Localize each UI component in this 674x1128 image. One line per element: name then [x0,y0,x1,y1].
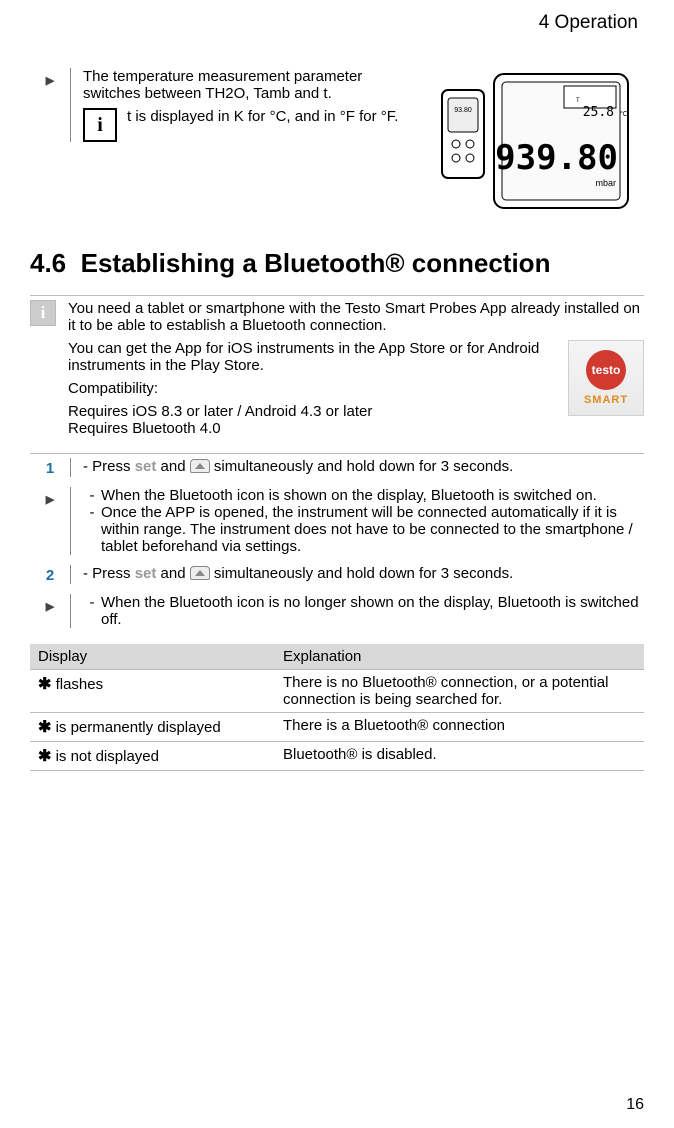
table-row: ✱ is permanently displayed There is a Bl… [30,713,644,742]
section-title: Establishing a Bluetooth® connection [81,248,551,278]
top-paragraph: The temperature measurement parameter sw… [83,68,410,102]
step-1-instruction: - Press set and simultaneously and hold … [83,458,644,475]
mode-button-icon [190,459,210,473]
svg-text:93.80: 93.80 [454,107,472,114]
step-number-1: 1 [30,458,70,477]
info-paragraph-1: You need a tablet or smartphone with the… [68,300,644,334]
result-marker-icon: ▶ [46,596,54,613]
set-button-label: set [135,458,157,475]
info-icon: i [30,300,56,326]
svg-text:T: T [576,98,580,104]
svg-text:939.80: 939.80 [495,138,618,178]
result-marker-icon: ▶ [46,70,54,87]
table-header-display: Display [30,644,275,670]
mode-button-icon [190,566,210,580]
section-number: 4.6 [30,248,66,278]
device-illustration: 93.80 T 25.8 °C 939.80 mbar [434,64,634,224]
svg-text:°C: °C [620,110,628,118]
app-badge-brand: testo [586,350,626,390]
table-row: ✱ is not displayed Bluetooth® is disable… [30,742,644,771]
step-1-result-b: Once the APP is opened, the instrument w… [101,504,640,555]
bluetooth-icon: ✱ [38,748,51,765]
svg-text:25.8: 25.8 [583,105,614,120]
table-row: ✱ flashes There is no Bluetooth® connect… [30,670,644,713]
step-number-2: 2 [30,565,70,584]
svg-text:mbar: mbar [595,178,616,188]
bluetooth-status-table: Display Explanation ✱ flashes There is n… [30,644,644,771]
step-1-result-a: When the Bluetooth icon is shown on the … [101,487,640,504]
compatibility-label: Compatibility: [68,380,644,397]
bluetooth-icon: ✱ [38,676,51,693]
info-paragraph-2: You can get the App for iOS instruments … [68,340,644,374]
info-icon: i [83,108,117,142]
step-2-result-a: When the Bluetooth icon is no longer sho… [101,594,640,628]
req-line-2: Requires Bluetooth 4.0 [68,420,221,437]
section-heading: 4.6 Establishing a Bluetooth® connection [30,248,644,279]
app-badge-label: SMART [584,394,628,406]
bluetooth-icon: ✱ [38,719,51,736]
set-button-label: set [135,565,157,582]
result-marker-icon: ▶ [46,489,54,506]
step-2-instruction: - Press set and simultaneously and hold … [83,565,644,582]
chapter-header: 4 Operation [30,12,644,34]
page-number: 16 [626,1096,644,1114]
req-line-1: Requires iOS 8.3 or later / Android 4.3 … [68,403,372,420]
table-header-explanation: Explanation [275,644,644,670]
app-badge: testo SMART [568,340,644,416]
top-note: t is displayed in K for °C, and in °F fo… [127,108,398,125]
